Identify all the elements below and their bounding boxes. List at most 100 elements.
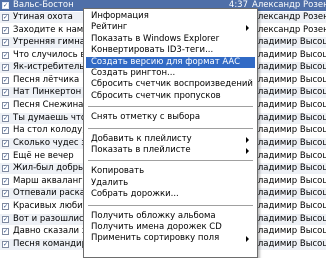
track-artist: Александр Розенбаум	[252, 12, 326, 22]
track-checkbox[interactable]: ✓	[2, 165, 9, 172]
track-checkbox[interactable]: ✓	[2, 203, 9, 210]
track-artist: Владимир Высоцкий	[252, 62, 326, 72]
menu-item[interactable]: Создать рингтон...	[86, 68, 255, 79]
track-artist: Александр Розенб...	[252, 0, 326, 10]
menu-item-label: Получить обложку альбома	[91, 210, 216, 221]
menu-item-label: Копировать	[91, 166, 145, 177]
menu-item[interactable]: Показать в Windows Explorer	[86, 34, 255, 45]
menu-item[interactable]: Получить имена дорожек CD	[86, 222, 255, 233]
track-title: Давно сказали за	[13, 226, 85, 236]
track-checkbox[interactable]: ✓	[2, 127, 9, 134]
track-checkbox[interactable]: ✓	[2, 89, 9, 96]
track-checkbox[interactable]: ✓	[2, 153, 9, 160]
menu-item-label: Сбросить счетчик пропусков	[91, 90, 221, 101]
track-title: Сколько чудес за	[13, 138, 85, 148]
menu-separator	[88, 204, 253, 206]
menu-item-label: Показать в плейлисте	[91, 145, 191, 155]
track-checkbox[interactable]: ✓	[2, 216, 9, 223]
menu-separator	[88, 106, 253, 108]
menu-item[interactable]: Копировать	[86, 166, 255, 177]
menu-separator	[88, 127, 253, 129]
track-artist: Владимир Высоцкий	[252, 37, 326, 47]
track-checkbox[interactable]: ✓	[2, 115, 9, 122]
menu-item[interactable]: Применить сортировку поля	[86, 233, 255, 244]
track-title: Вальс-Бостон	[13, 0, 74, 10]
track-checkbox[interactable]: ✓	[2, 178, 9, 185]
menu-item[interactable]: Конвертировать ID3-теги...	[86, 45, 255, 56]
menu-item[interactable]: Сбросить счетчик пропусков	[86, 91, 255, 102]
menu-item[interactable]: Удалить	[86, 178, 255, 189]
menu-item-label: Удалить	[91, 177, 129, 188]
menu-item[interactable]: Информация	[86, 11, 255, 22]
track-title: Отпевали раска	[13, 188, 85, 198]
track-title: Жил-был добрый	[13, 163, 85, 173]
track-artist: Владимир Высоцкий	[252, 201, 326, 211]
track-title: Ещё не вечер	[13, 151, 74, 161]
track-artist: Владимир Высоцкий	[252, 113, 326, 123]
menu-item-label: Конвертировать ID3-теги...	[91, 45, 214, 56]
track-title: Песня Снежина	[13, 100, 84, 110]
track-title: Песня лётчика	[13, 75, 80, 85]
track-checkbox[interactable]: ✓	[2, 190, 9, 197]
menu-item-label: Создать версию для формат AAC	[91, 56, 241, 67]
track-checkbox[interactable]: ✓	[2, 241, 9, 248]
menu-item-label: Показать в Windows Explorer	[91, 33, 220, 44]
track-title: На стол колоду,	[13, 125, 85, 135]
track-title: Красивых любит	[13, 201, 85, 211]
track-title: Песня командир	[13, 239, 85, 249]
track-artist: Владимир Высоцкий	[252, 176, 326, 186]
menu-item-label: Информация	[91, 11, 149, 21]
track-title: Марш аквалангис	[13, 176, 85, 186]
menu-item-label: Создать рингтон...	[91, 68, 176, 78]
menu-item-label: Сбросить счетчик воспроизведений	[91, 79, 253, 90]
track-artist: Владимир Высоцкий	[252, 226, 326, 236]
track-checkbox[interactable]: ✓	[2, 102, 9, 109]
track-title: Як-истребитель	[13, 62, 85, 72]
track-checkbox[interactable]: ✓	[2, 27, 9, 34]
menu-item[interactable]: Получить обложку альбома	[86, 211, 255, 222]
track-artist: Владимир Высоцкий	[252, 125, 326, 135]
menu-item[interactable]: Создать версию для формат AAC	[86, 56, 255, 68]
menu-item-label: Применить сортировку поля	[91, 233, 220, 244]
menu-item[interactable]: Добавить к плейлисту	[86, 134, 255, 145]
track-checkbox[interactable]: ✓	[2, 140, 9, 147]
menu-item-label: Получить имена дорожек CD	[91, 222, 222, 232]
track-artist: Владимир Высоцкий	[252, 100, 326, 110]
menu-item-label: Снять отметку с выбора	[91, 112, 201, 123]
track-artist: Александр Розенбаум	[252, 25, 326, 35]
menu-item-label: Рейтинг	[91, 22, 128, 33]
menu-item[interactable]: Показать в плейлисте	[86, 145, 255, 156]
track-artist: Владимир Высоцкий	[252, 239, 326, 249]
track-artist: Владимир Высоцкий	[252, 138, 326, 148]
track-title: Вот и разошлись	[13, 214, 85, 224]
menu-separator	[88, 160, 253, 162]
track-artist: Владимир Высоцкий	[252, 214, 326, 224]
track-artist: Владимир Высоцкий	[252, 50, 326, 60]
track-checkbox[interactable]: ✓	[2, 77, 9, 84]
track-checkbox[interactable]: ✓	[2, 14, 9, 21]
context-menu: Информация Рейтинг Показать в Windows Expl…	[83, 8, 258, 258]
track-artist: Владимир Высоцкий	[252, 188, 326, 198]
track-checkbox[interactable]: ✓	[2, 39, 9, 46]
track-artist: Владимир Высоцкий	[252, 163, 326, 173]
menu-item[interactable]: Собрать дорожки...	[86, 189, 255, 200]
track-title: Ты думаешь что	[13, 113, 85, 123]
submenu-arrow-icon	[246, 148, 249, 154]
track-checkbox[interactable]: ✓	[2, 64, 9, 71]
track-title: Нат Пинкертон -	[13, 87, 85, 97]
submenu-arrow-icon	[246, 136, 249, 143]
track-artist: Владимир Высоцкий	[252, 75, 326, 85]
track-checkbox[interactable]: ✓	[2, 228, 9, 235]
track-title: Утренняя гимнас	[13, 37, 85, 47]
menu-item[interactable]: Сбросить счетчик воспроизведений	[86, 79, 255, 90]
menu-item[interactable]: Рейтинг	[86, 22, 255, 33]
menu-item-label: Собрать дорожки...	[91, 189, 179, 200]
submenu-arrow-icon	[246, 25, 249, 32]
menu-item[interactable]: Снять отметку с выбора	[86, 112, 255, 123]
menu-item-label: Добавить к плейлисту	[91, 133, 192, 144]
track-checkbox[interactable]: ✓	[2, 2, 9, 9]
track-checkbox[interactable]: ✓	[2, 52, 9, 59]
track-title: Что случилось в	[13, 50, 85, 60]
track-title: Утиная охота	[13, 12, 73, 22]
track-artist: Владимир Высоцкий	[252, 87, 326, 97]
